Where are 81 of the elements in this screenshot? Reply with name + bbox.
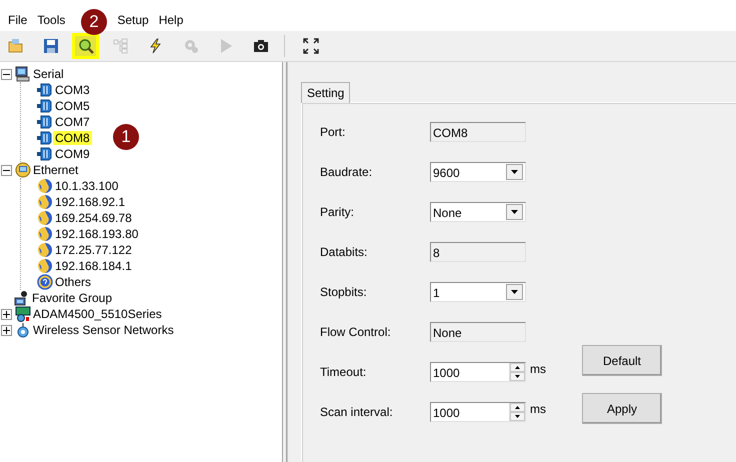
person-computer-icon (14, 290, 30, 306)
up-arrow-icon (515, 366, 520, 369)
menu-item[interactable]: Help (154, 13, 188, 27)
field-label: Timeout: (320, 364, 368, 379)
camera-icon (252, 38, 268, 54)
field-label: Databits: (320, 244, 368, 259)
tree-item[interactable]: Ethernet (31, 163, 80, 177)
search-icon (78, 38, 94, 54)
module-icon (15, 306, 31, 322)
unit-label: ms (529, 401, 547, 416)
field-label: Baudrate: (320, 164, 374, 179)
dropdown[interactable]: 1 (430, 282, 526, 302)
tree-item[interactable]: COM8 (53, 131, 92, 145)
toolbar-button[interactable] (72, 33, 99, 59)
serial-port-icon (37, 114, 53, 130)
globe-icon (37, 210, 53, 226)
collapse-toggle[interactable] (1, 164, 12, 176)
read-only-field: 8 (430, 242, 526, 262)
plus-icon (3, 326, 10, 334)
field-label: Stopbits: (320, 284, 368, 299)
tree-item[interactable]: ADAM4500_5510Series (31, 307, 164, 321)
fullscreen-icon (302, 38, 318, 54)
menu-item[interactable]: File (3, 13, 32, 27)
menu-item[interactable]: Setup (112, 13, 154, 27)
tree-item[interactable]: COM5 (53, 99, 92, 113)
gear-icon (182, 38, 198, 54)
serial-port-icon (37, 146, 53, 162)
folder-icon (8, 38, 24, 54)
network-computer-icon (15, 162, 31, 178)
read-only-field: COM8 (430, 122, 526, 142)
globe-icon (37, 258, 53, 274)
tree-item[interactable]: 192.168.193.80 (53, 227, 140, 241)
tree-item[interactable]: 10.1.33.100 (53, 179, 120, 193)
tree-item[interactable]: 169.254.69.78 (53, 211, 134, 225)
unit-label: ms (529, 361, 547, 376)
tree-item[interactable]: Favorite Group (30, 291, 114, 305)
down-arrow-icon (515, 375, 520, 378)
expand-toggle[interactable] (1, 324, 12, 336)
collapse-toggle[interactable] (1, 68, 12, 80)
caret-icon (511, 170, 518, 174)
field-label: Scan interval: (320, 404, 394, 419)
action-button[interactable]: Default (582, 345, 662, 376)
tree-item[interactable]: COM9 (53, 147, 92, 161)
serial-port-icon (37, 98, 53, 114)
up-arrow-icon (515, 406, 520, 409)
caret-icon (511, 210, 518, 214)
step-badge: 1 (113, 124, 139, 150)
tree-item[interactable]: COM7 (53, 115, 92, 129)
field-label: Port: (320, 124, 346, 139)
plus-icon (3, 310, 10, 318)
tree-item[interactable]: 192.168.92.1 (53, 195, 128, 209)
globe-icon (37, 178, 53, 194)
tree-item[interactable]: Others (53, 275, 94, 289)
globe-icon (37, 226, 53, 242)
field-label: Flow Control: (320, 324, 392, 339)
wireless-node-icon (15, 322, 31, 338)
tree-item[interactable]: 172.25.77.122 (53, 243, 134, 257)
spin-field[interactable]: 1000 (430, 362, 526, 382)
serial-port-icon (37, 130, 53, 146)
help-icon (37, 274, 53, 290)
menu-item[interactable]: Tools (32, 13, 70, 27)
globe-icon (37, 242, 53, 258)
dropdown[interactable]: None (430, 202, 526, 222)
tree-item[interactable]: 192.168.184.1 (53, 259, 134, 273)
action-button[interactable]: Apply (582, 393, 662, 424)
computer-icon (15, 66, 31, 82)
tree-diagram-icon (112, 38, 128, 54)
expand-toggle[interactable] (1, 308, 12, 320)
spin-field[interactable]: 1000 (430, 402, 526, 422)
serial-port-icon (37, 82, 53, 98)
read-only-field: None (430, 322, 526, 342)
tab[interactable]: Setting (301, 82, 350, 103)
tree-item[interactable]: Serial (31, 67, 66, 81)
caret-icon (511, 290, 518, 294)
dropdown[interactable]: 9600 (430, 162, 526, 182)
field-label: Parity: (320, 204, 356, 219)
tree-item[interactable]: COM3 (53, 83, 92, 97)
lightning-icon (148, 38, 164, 54)
down-arrow-icon (515, 415, 520, 418)
globe-icon (37, 194, 53, 210)
tree-item[interactable]: Wireless Sensor Networks (31, 323, 176, 337)
